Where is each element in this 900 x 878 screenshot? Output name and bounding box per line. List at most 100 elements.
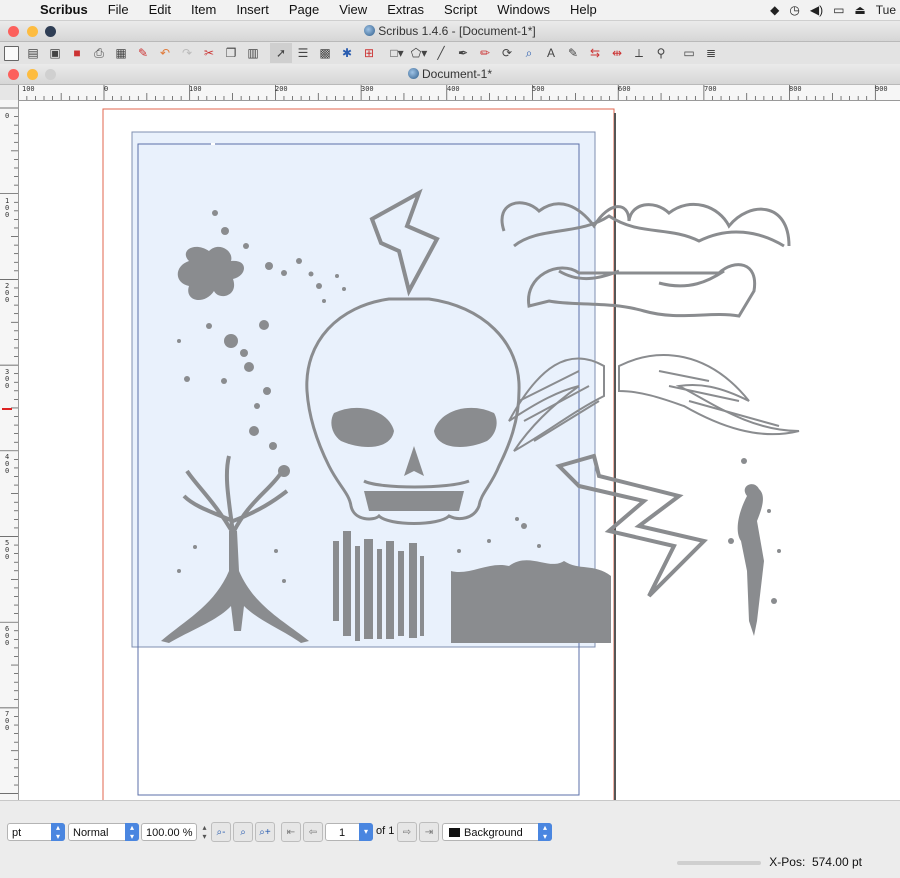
- document-window-titlebar: Document-1*: [0, 64, 900, 85]
- layer-value: Background: [464, 827, 523, 839]
- page-number-value: 1: [338, 827, 346, 839]
- h-ruler-label: 800: [789, 85, 802, 93]
- horizontal-ruler[interactable]: 100 0 100 200 300 400 500 600 700 800 90…: [18, 85, 900, 101]
- view-mode-select[interactable]: Normal ▴ ▾: [68, 823, 139, 841]
- cursor-position-marker: [2, 408, 12, 410]
- cut-icon[interactable]: ✂: [198, 43, 220, 63]
- open-document-icon[interactable]: ▤: [22, 43, 44, 63]
- polygon-icon[interactable]: ⬠▾: [408, 43, 430, 63]
- last-page-icon[interactable]: ⇥: [419, 822, 439, 842]
- progress-track: [677, 861, 761, 865]
- display-mirror-icon[interactable]: ▭: [833, 3, 844, 17]
- eject-icon[interactable]: ⏏: [854, 3, 865, 17]
- zoom-100-icon[interactable]: ⌕: [233, 822, 253, 842]
- copy-icon[interactable]: ❐: [220, 43, 242, 63]
- print-icon[interactable]: ⎙: [88, 43, 110, 63]
- h-ruler-label: 900: [875, 85, 888, 93]
- edit-contents-icon[interactable]: A: [540, 43, 562, 63]
- rotate-icon[interactable]: ⟳: [496, 43, 518, 63]
- view-mode-value: Normal: [73, 827, 109, 839]
- pdf-push-button-icon[interactable]: ▭: [678, 43, 700, 63]
- page-count: of 1: [376, 825, 395, 837]
- main-toolbar: ▤ ▣ ■ ⎙ ▦ ✎ ↶ ↷ ✂ ❐ ▥ ➚ ☰ ▩ ✱ ⊞ □▾ ⬠▾ ╱ …: [0, 42, 900, 65]
- menu-script[interactable]: Script: [434, 0, 487, 20]
- redo-icon[interactable]: ↷: [176, 43, 198, 63]
- v-ruler-label: 600: [5, 625, 10, 647]
- h-ruler-label: 200: [275, 85, 288, 93]
- unlink-frames-icon[interactable]: ⇹: [606, 43, 628, 63]
- ruler-corner[interactable]: [0, 85, 19, 101]
- preflight-icon[interactable]: ▦: [110, 43, 132, 63]
- line-icon[interactable]: ╱: [430, 43, 452, 63]
- new-document-icon[interactable]: [0, 43, 22, 63]
- window-title-wrap: Scribus 1.4.6 - [Document-1*]: [0, 21, 900, 41]
- render-frame-icon[interactable]: ✱: [336, 43, 358, 63]
- zoom-out-icon[interactable]: ⌕-: [211, 822, 231, 842]
- paste-icon[interactable]: ▥: [242, 43, 264, 63]
- h-ruler-label: 300: [361, 85, 374, 93]
- unit-select[interactable]: pt ▴ ▾: [7, 823, 65, 841]
- menu-extras[interactable]: Extras: [377, 0, 434, 20]
- volume-icon[interactable]: ◀): [810, 3, 823, 17]
- menu-page[interactable]: Page: [279, 0, 329, 20]
- shape-icon[interactable]: □▾: [386, 43, 408, 63]
- h-ruler-label: 500: [532, 85, 545, 93]
- h-ruler-label: 700: [704, 85, 717, 93]
- x-position-label: X-Pos:: [769, 855, 806, 869]
- bezier-icon[interactable]: ✒: [452, 43, 474, 63]
- menu-item[interactable]: Item: [181, 0, 226, 20]
- eyedropper-icon[interactable]: ⚲: [650, 43, 672, 63]
- h-ruler-label: 100: [189, 85, 202, 93]
- undo-icon[interactable]: ↶: [154, 43, 176, 63]
- menu-edit[interactable]: Edit: [139, 0, 181, 20]
- next-page-icon[interactable]: ⇨: [397, 822, 417, 842]
- canvas-artwork: [102, 108, 800, 800]
- pdf-text-field-icon[interactable]: ≣: [700, 43, 722, 63]
- measure-icon[interactable]: ⟂: [628, 43, 650, 63]
- clock[interactable]: Tue: [876, 3, 896, 17]
- export-pdf-icon[interactable]: ✎: [132, 43, 154, 63]
- zoom-stepper-icon[interactable]: ▴ ▾: [200, 823, 209, 841]
- menu-view[interactable]: View: [329, 0, 377, 20]
- freehand-icon[interactable]: ✏: [474, 43, 496, 63]
- layer-dropdown-icon[interactable]: ▴ ▾: [538, 823, 552, 841]
- h-ruler-label: 400: [447, 85, 460, 93]
- drip-splatter-graphic: [728, 458, 781, 636]
- first-page-icon[interactable]: ⇤: [281, 822, 301, 842]
- dropbox-icon[interactable]: ◆: [770, 3, 779, 17]
- scribus-icon: [364, 25, 376, 36]
- view-mode-dropdown-icon[interactable]: ▴ ▾: [125, 823, 139, 841]
- text-frame-icon[interactable]: ☰: [292, 43, 314, 63]
- v-ruler-label: 200: [5, 282, 10, 304]
- menu-windows[interactable]: Windows: [487, 0, 560, 20]
- zoom-input[interactable]: 100.00 %: [141, 823, 197, 841]
- layer-select[interactable]: Background ▴ ▾: [442, 823, 552, 841]
- zoom-in-icon[interactable]: ⌕+: [255, 822, 275, 842]
- link-frames-icon[interactable]: ⇆: [584, 43, 606, 63]
- menu-help[interactable]: Help: [560, 0, 607, 20]
- edit-text-icon[interactable]: ✎: [562, 43, 584, 63]
- x-position-value: 574.00 pt: [811, 855, 862, 869]
- save-document-icon[interactable]: ▣: [44, 43, 66, 63]
- menu-app-scribus[interactable]: Scribus: [30, 0, 98, 20]
- page-dropdown-icon[interactable]: ▾: [359, 823, 373, 841]
- document-title-wrap: Document-1*: [0, 64, 900, 84]
- menu-file[interactable]: File: [98, 0, 139, 20]
- image-frame-icon[interactable]: ▩: [314, 43, 336, 63]
- previous-page-icon[interactable]: ⇦: [303, 822, 323, 842]
- table-icon[interactable]: ⊞: [358, 43, 380, 63]
- time-machine-icon[interactable]: ◷: [789, 3, 799, 17]
- menu-bar: Scribus File Edit Item Insert Page View …: [0, 0, 900, 21]
- document-canvas[interactable]: [19, 101, 900, 800]
- page-number-select[interactable]: 1 ▾: [325, 823, 373, 841]
- document-title: Document-1*: [421, 67, 493, 81]
- vertical-ruler[interactable]: 0 100 200 300 400 500 600 700: [0, 100, 19, 800]
- unit-dropdown-icon[interactable]: ▴ ▾: [51, 823, 65, 841]
- select-item-icon[interactable]: ➚: [270, 43, 292, 63]
- menu-insert[interactable]: Insert: [226, 0, 279, 20]
- h-ruler-label: 600: [618, 85, 631, 93]
- unit-value: pt: [12, 827, 22, 839]
- v-ruler-label: 0: [5, 112, 10, 120]
- zoom-icon[interactable]: ⌕: [518, 43, 540, 63]
- close-document-icon[interactable]: ■: [66, 43, 88, 63]
